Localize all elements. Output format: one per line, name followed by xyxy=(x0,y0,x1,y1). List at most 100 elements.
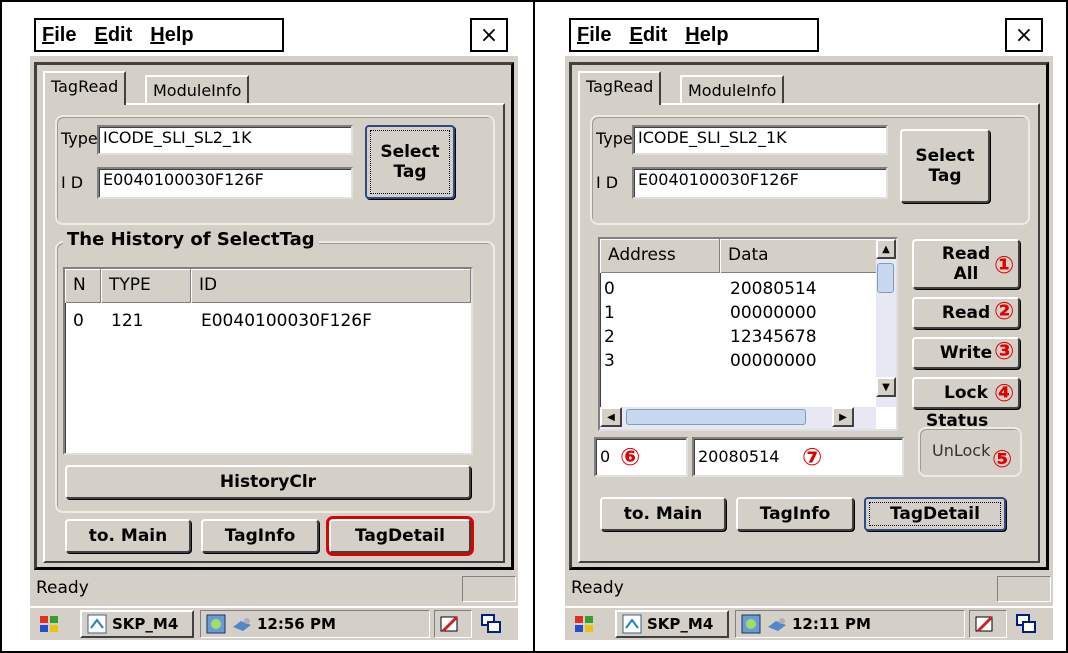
taskbar-app-button[interactable]: SKP_M4 xyxy=(615,610,729,638)
row-type: 121 xyxy=(111,311,144,331)
memory-header: Address Data xyxy=(600,239,876,273)
system-tray: 12:56 PM xyxy=(200,610,430,638)
col-id[interactable]: ID xyxy=(191,269,471,303)
system-tray: 12:11 PM xyxy=(735,610,965,638)
row-id: E0040100030F126F xyxy=(201,311,372,331)
tab-tagread[interactable]: TagRead xyxy=(43,71,127,105)
scroll-up-arrow[interactable]: ▲ xyxy=(876,239,896,259)
data-input[interactable]: 20080514 xyxy=(692,437,904,477)
taskbar: SKP_M4 12:11 PM xyxy=(565,606,1053,640)
scroll-right-arrow[interactable]: ▶ xyxy=(832,407,854,427)
vertical-scrollbar[interactable]: ▲ ▼ xyxy=(876,239,896,407)
to-main-button[interactable]: to. Main xyxy=(65,519,191,553)
scroll-left-arrow[interactable]: ◀ xyxy=(600,407,622,427)
windows-switch-icon xyxy=(481,614,501,633)
network-icon[interactable] xyxy=(740,613,762,635)
history-list[interactable]: N TYPE ID 0 121 E0040100030F126F xyxy=(63,267,473,455)
id-field[interactable]: E0040100030F126F xyxy=(632,167,888,199)
menu-box: File Edit Help xyxy=(34,18,284,52)
status-value: UnLock xyxy=(932,441,991,460)
menu-box: File Edit Help xyxy=(569,18,819,52)
menu-edit[interactable]: Edit xyxy=(94,24,132,47)
address-input[interactable]: 0 xyxy=(594,437,688,477)
id-label: I D xyxy=(61,173,84,192)
menu-edit[interactable]: Edit xyxy=(629,24,667,47)
vertical-scroll-thumb[interactable] xyxy=(877,263,894,293)
app-icon xyxy=(622,614,642,634)
taskbar-app-label: SKP_M4 xyxy=(112,615,179,633)
close-icon: × xyxy=(1014,22,1034,48)
right-screen: File Edit Help × TagRead ModuleInfo Type… xyxy=(565,14,1053,640)
close-icon: × xyxy=(479,22,499,48)
close-button[interactable]: × xyxy=(470,18,508,52)
tab-tagread[interactable]: TagRead xyxy=(578,71,662,105)
scroll-down-arrow[interactable]: ▼ xyxy=(876,377,896,397)
select-tag-button[interactable]: Select Tag xyxy=(365,125,455,199)
pen-input-icon xyxy=(975,615,994,633)
app-icon xyxy=(87,614,107,634)
menu-file[interactable]: File xyxy=(42,24,76,47)
menu-file[interactable]: File xyxy=(577,24,611,47)
row-data: 20080514 xyxy=(730,279,817,299)
select-tag-button[interactable]: Select Tag xyxy=(900,129,990,203)
row-data: 00000000 xyxy=(730,303,817,323)
taskbar-app-button[interactable]: SKP_M4 xyxy=(80,610,194,638)
windows-flag-icon xyxy=(40,616,58,632)
status-text: Ready xyxy=(36,578,89,598)
col-address[interactable]: Address xyxy=(600,239,720,273)
id-label: I D xyxy=(596,173,619,192)
history-header: N TYPE ID xyxy=(65,269,471,303)
to-main-button[interactable]: to. Main xyxy=(600,497,726,531)
menu-bar: File Edit Help × xyxy=(30,14,518,56)
type-label: Type xyxy=(596,129,633,148)
status-bar: Ready xyxy=(565,572,1053,604)
tag-info-button[interactable]: TagInfo xyxy=(201,519,319,553)
input-panel-cell[interactable] xyxy=(434,610,472,638)
network-icon[interactable] xyxy=(205,613,227,635)
tab-moduleinfo[interactable]: ModuleInfo xyxy=(680,75,785,105)
tab-moduleinfo[interactable]: ModuleInfo xyxy=(145,75,250,105)
col-n[interactable]: N xyxy=(65,269,101,303)
horizontal-scroll-thumb[interactable] xyxy=(626,409,806,425)
connection-icon[interactable] xyxy=(231,613,253,635)
input-panel-cell[interactable] xyxy=(969,610,1007,638)
row-address: 0 xyxy=(604,279,615,299)
marker-3: ③ xyxy=(994,337,1015,365)
marker-2: ② xyxy=(994,297,1015,325)
desktop-cell[interactable] xyxy=(1011,610,1049,638)
memory-list[interactable]: Address Data 0 20080514 1 00000000 2 123… xyxy=(598,237,898,431)
marker-1: ① xyxy=(994,251,1015,279)
taskbar-app-label: SKP_M4 xyxy=(647,615,714,633)
client-area: TagRead ModuleInfo Type ICODE_SLI_SL2_1K… xyxy=(569,62,1049,570)
id-field[interactable]: E0040100030F126F xyxy=(97,167,353,199)
desktop-cell[interactable] xyxy=(476,610,514,638)
start-button[interactable] xyxy=(34,610,74,638)
tab-page: Type ICODE_SLI_SL2_1K I D E0040100030F12… xyxy=(43,103,505,563)
tag-detail-button[interactable]: TagDetail xyxy=(864,497,1006,531)
row-address: 3 xyxy=(604,351,615,371)
history-clear-button[interactable]: HistoryClr xyxy=(65,465,471,499)
horizontal-scrollbar[interactable]: ◀ ▶ xyxy=(600,407,876,429)
start-button[interactable] xyxy=(569,610,609,638)
history-title: The History of SelectTag xyxy=(63,229,319,250)
row-data: 12345678 xyxy=(730,327,817,347)
type-field[interactable]: ICODE_SLI_SL2_1K xyxy=(632,125,888,155)
connection-icon[interactable] xyxy=(766,613,788,635)
menu-help[interactable]: Help xyxy=(685,24,728,47)
clock[interactable]: 12:11 PM xyxy=(792,615,871,633)
row-data: 00000000 xyxy=(730,351,817,371)
clock[interactable]: 12:56 PM xyxy=(257,615,336,633)
type-label: Type xyxy=(61,129,98,148)
row-n: 0 xyxy=(73,311,84,331)
menu-help[interactable]: Help xyxy=(150,24,193,47)
close-button[interactable]: × xyxy=(1005,18,1043,52)
tag-detail-button[interactable]: TagDetail xyxy=(329,519,471,553)
windows-flag-icon xyxy=(575,616,593,632)
taskbar: SKP_M4 12:56 PM xyxy=(30,606,518,640)
col-data[interactable]: Data xyxy=(720,239,876,273)
left-screen: File Edit Help × TagRead ModuleInfo Type… xyxy=(30,14,518,640)
col-type[interactable]: TYPE xyxy=(101,269,191,303)
tag-info-button[interactable]: TagInfo xyxy=(736,497,854,531)
type-field[interactable]: ICODE_SLI_SL2_1K xyxy=(97,125,353,155)
row-address: 1 xyxy=(604,303,615,323)
